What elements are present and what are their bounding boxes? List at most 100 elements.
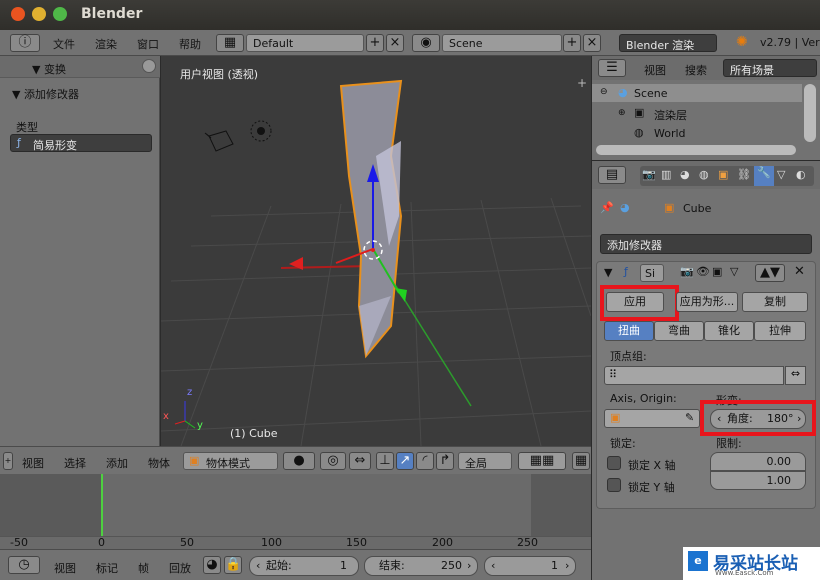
tab-stretch[interactable]: 拉伸 bbox=[754, 321, 806, 341]
end-frame-field[interactable]: 结束: 250 › bbox=[364, 556, 478, 576]
timeline-marker-menu[interactable]: 标记 bbox=[96, 560, 118, 576]
tab-taper[interactable]: 锥化 bbox=[704, 321, 754, 341]
limit-min-field[interactable]: 0.00 bbox=[710, 452, 806, 471]
start-frame-field[interactable]: ‹ 起始: 1 bbox=[249, 556, 359, 576]
expand-icon[interactable]: ⊕ bbox=[618, 108, 626, 118]
outliner-editor-icon[interactable]: ☰ bbox=[598, 59, 626, 77]
add-modifier-panel-title[interactable]: ▼ 添加修改器 bbox=[12, 86, 79, 102]
outliner-render-layers[interactable]: 渲染层 bbox=[654, 107, 687, 123]
auto-keying-icon[interactable]: ◕ bbox=[203, 556, 221, 574]
menu-window[interactable]: 窗口 bbox=[137, 36, 159, 52]
material-tab-icon[interactable]: ◐ bbox=[796, 168, 806, 181]
modifier-collapse-icon[interactable]: ▼ bbox=[604, 266, 612, 279]
menu-select[interactable]: 选择 bbox=[64, 455, 86, 471]
modifier-type-select[interactable]: 简易形变 ƒ bbox=[10, 134, 152, 152]
3d-viewport[interactable]: 用户视图 (透视) (1) Cube z x y + bbox=[161, 56, 591, 446]
camera-object[interactable] bbox=[204, 130, 234, 152]
timeline-editor-icon[interactable]: ◷ bbox=[8, 556, 40, 574]
tab-twist[interactable]: 扭曲 bbox=[604, 321, 654, 341]
invert-vertex-group-button[interactable]: ⇔ bbox=[785, 366, 806, 385]
current-frame-field[interactable]: ‹ 1 › bbox=[484, 556, 576, 576]
layer-lock-icon[interactable]: ▦ bbox=[572, 452, 590, 470]
layout-icon[interactable]: ▦ bbox=[216, 34, 244, 52]
modifier-name-input[interactable]: Si bbox=[640, 264, 664, 282]
pin-icon[interactable]: 📌 bbox=[600, 201, 614, 214]
layers-tab-icon[interactable]: ▥ bbox=[661, 168, 671, 181]
menu-add[interactable]: 添加 bbox=[106, 455, 128, 471]
transform-panel-title[interactable]: ▼ 变换 bbox=[32, 61, 66, 77]
manipulator-toggle[interactable]: ⇔ bbox=[349, 452, 371, 470]
eyedropper-icon[interactable]: ✎ bbox=[685, 411, 694, 424]
vertex-group-field[interactable]: ⠿ bbox=[604, 366, 784, 385]
limit-max-field[interactable]: 1.00 bbox=[710, 471, 806, 490]
header-collapse-icon[interactable]: + bbox=[3, 452, 13, 470]
show-viewport-icon[interactable]: 👁 bbox=[696, 265, 710, 278]
lock-icon[interactable]: 🔒 bbox=[224, 556, 242, 574]
menu-object[interactable]: 物体 bbox=[148, 455, 170, 471]
viewport-add-icon[interactable]: + bbox=[577, 76, 587, 90]
outliner-world[interactable]: World bbox=[654, 127, 686, 140]
expand-icon[interactable]: ⊖ bbox=[600, 87, 608, 97]
timeline-area[interactable] bbox=[0, 474, 591, 549]
timeline-view-menu[interactable]: 视图 bbox=[54, 560, 76, 576]
pivot-selector[interactable]: ◎ bbox=[320, 452, 346, 470]
scene-selector[interactable]: Scene bbox=[442, 34, 562, 52]
menu-help[interactable]: 帮助 bbox=[179, 36, 201, 52]
timeline-playback-menu[interactable]: 回放 bbox=[169, 560, 191, 576]
panel-toggle-icon[interactable] bbox=[142, 59, 156, 73]
copy-button[interactable]: 复制 bbox=[742, 292, 808, 312]
add-layout-button[interactable]: + bbox=[366, 34, 384, 52]
scale-manipulator-icon[interactable]: ◜ bbox=[416, 452, 434, 470]
menu-render[interactable]: 渲染 bbox=[95, 36, 117, 52]
data-tab-icon[interactable]: ▽ bbox=[777, 168, 785, 181]
remove-modifier-icon[interactable]: ✕ bbox=[794, 264, 805, 279]
modifier-tab-icon[interactable]: 🔧 bbox=[754, 166, 774, 186]
outliner-scene[interactable]: Scene bbox=[634, 87, 668, 100]
world-tab-icon[interactable]: ◍ bbox=[699, 168, 709, 181]
close-window-button[interactable] bbox=[11, 7, 25, 21]
add-scene-button[interactable]: + bbox=[563, 34, 581, 52]
outliner-scrollbar[interactable] bbox=[804, 84, 816, 142]
translate-manipulator-icon[interactable]: ⊥ bbox=[376, 452, 394, 470]
move-modifier-buttons[interactable]: ▲▼ bbox=[755, 264, 785, 282]
y-gizmo-arrow[interactable] bbox=[395, 288, 407, 302]
tab-bend[interactable]: 弯曲 bbox=[654, 321, 704, 341]
lock-y-checkbox[interactable] bbox=[607, 478, 621, 492]
render-engine-selector[interactable]: Blender 渲染 bbox=[619, 34, 717, 52]
orientation-selector[interactable]: 全局 bbox=[458, 452, 512, 470]
orientation-icon[interactable]: ↱ bbox=[436, 452, 454, 470]
outliner-search-menu[interactable]: 搜索 bbox=[685, 62, 707, 78]
current-frame-line[interactable] bbox=[101, 474, 103, 536]
show-render-icon[interactable]: 📷 bbox=[680, 265, 694, 278]
rotate-manipulator-icon[interactable]: ↗ bbox=[396, 452, 414, 470]
axis-origin-field[interactable]: ▣ ✎ bbox=[604, 409, 700, 428]
menu-view[interactable]: 视图 bbox=[22, 455, 44, 471]
remove-layout-button[interactable]: × bbox=[386, 34, 404, 52]
timeline-frame-menu[interactable]: 帧 bbox=[138, 560, 149, 576]
minimize-window-button[interactable] bbox=[32, 7, 46, 21]
limit-label: 限制: bbox=[716, 437, 742, 450]
render-tab-icon[interactable]: 📷 bbox=[642, 168, 656, 181]
object-tab-icon[interactable]: ▣ bbox=[718, 168, 728, 181]
shading-selector[interactable]: ● bbox=[283, 452, 315, 470]
cage-icon[interactable]: ▽ bbox=[730, 265, 738, 278]
edit-mode-icon[interactable]: ▣ bbox=[712, 265, 722, 278]
lock-x-checkbox[interactable] bbox=[607, 456, 621, 470]
layout-selector[interactable]: Default bbox=[246, 34, 364, 52]
maximize-window-button[interactable] bbox=[53, 7, 67, 21]
outliner-view-menu[interactable]: 视图 bbox=[644, 62, 666, 78]
apply-as-shape-button[interactable]: 应用为形... bbox=[676, 292, 738, 312]
menu-file[interactable]: 文件 bbox=[53, 36, 75, 52]
scene-tab-icon[interactable]: ◕ bbox=[680, 168, 690, 181]
viewport-scene bbox=[161, 79, 591, 446]
info-editor-type-button[interactable]: ⓘ bbox=[10, 34, 40, 52]
add-modifier-select[interactable]: 添加修改器 bbox=[600, 234, 812, 254]
constraints-tab-icon[interactable]: ⛓ bbox=[737, 168, 751, 181]
outliner-filter-select[interactable]: 所有场景 bbox=[723, 59, 817, 77]
scene-icon[interactable]: ◉ bbox=[412, 34, 440, 52]
remove-scene-button[interactable]: × bbox=[583, 34, 601, 52]
layers-grid[interactable]: ▦▦ bbox=[518, 452, 566, 470]
mode-selector[interactable]: ▣ 物体模式 bbox=[183, 452, 278, 470]
outliner-hscrollbar[interactable] bbox=[596, 145, 796, 155]
properties-editor-icon[interactable]: ▤ bbox=[598, 166, 626, 184]
